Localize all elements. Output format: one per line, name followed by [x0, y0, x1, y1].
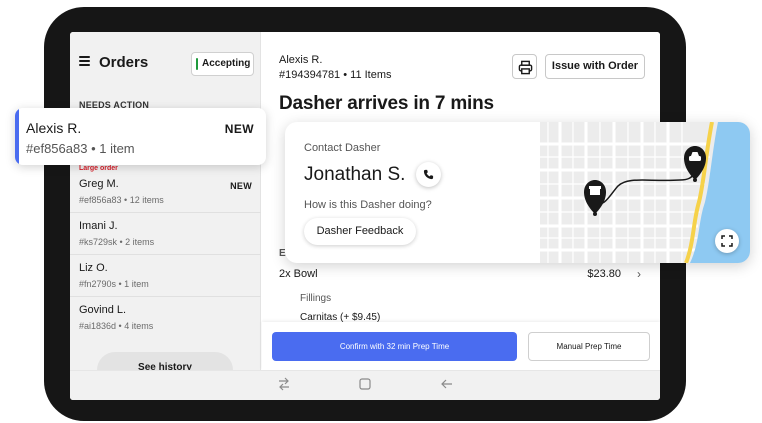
- system-nav-bar: [70, 370, 660, 400]
- sidebar-title: Orders: [99, 54, 149, 71]
- selection-accent-bar: [15, 108, 19, 165]
- order-customer-name: Govind L.: [79, 304, 127, 316]
- hamburger-menu-icon[interactable]: [79, 56, 90, 66]
- order-meta: #ef856a83 • 12 items: [79, 195, 164, 205]
- item-quantity-name: 2x Bowl: [279, 268, 318, 280]
- orders-sidebar: Orders Accepting NEEDS ACTION Large orde…: [70, 32, 261, 388]
- order-number-items: #194394781 • 11 Items: [279, 69, 392, 81]
- issue-with-order-button[interactable]: Issue with Order: [545, 54, 645, 79]
- dasher-eta-headline: Dasher arrives in 7 mins: [279, 93, 494, 114]
- order-meta: #ks729sk • 2 items: [79, 237, 155, 247]
- phone-icon: [423, 169, 434, 180]
- order-list-item[interactable]: Liz O. #fn2790s • 1 item: [70, 254, 261, 296]
- back-icon[interactable]: [440, 377, 454, 394]
- manual-prep-time-button[interactable]: Manual Prep Time: [528, 332, 650, 361]
- order-customer-name: Greg M.: [79, 178, 119, 190]
- order-customer-name: Imani J.: [79, 220, 118, 232]
- order-customer-name: Liz O.: [79, 262, 108, 274]
- order-meta: #fn2790s • 1 item: [79, 279, 149, 289]
- chevron-right-icon: ›: [637, 267, 641, 281]
- order-customer-name: Alexis R.: [26, 120, 82, 136]
- customer-name: Alexis R.: [279, 54, 323, 66]
- dasher-name: Jonathan S.: [304, 164, 406, 185]
- large-order-tag: Large order: [79, 165, 118, 172]
- dasher-contact-card: Contact Dasher Jonathan S. How is this D…: [285, 122, 750, 263]
- dasher-rating-question: How is this Dasher doing?: [304, 199, 432, 211]
- action-footer: Confirm with 32 min Prep Time Manual Pre…: [262, 322, 660, 370]
- dasher-feedback-button[interactable]: Dasher Feedback: [304, 218, 416, 245]
- delivery-map[interactable]: [540, 122, 750, 263]
- recents-icon[interactable]: [277, 377, 291, 394]
- new-badge: NEW: [224, 122, 254, 136]
- home-icon[interactable]: [358, 377, 372, 394]
- order-item-row[interactable]: 2x Bowl $23.80 ›: [279, 267, 641, 281]
- new-badge: NEW: [230, 181, 252, 191]
- item-price: $23.80: [587, 268, 621, 280]
- order-list-item[interactable]: Govind L. #ai1836d • 4 items: [70, 296, 261, 338]
- confirm-prep-time-button[interactable]: Confirm with 32 min Prep Time: [272, 332, 517, 361]
- expand-map-button[interactable]: [715, 229, 739, 253]
- order-list-item[interactable]: Imani J. #ks729sk • 2 items: [70, 212, 261, 254]
- highlighted-order-card[interactable]: Alexis R. #ef856a83 • 1 item NEW: [15, 108, 266, 165]
- accepting-status-button[interactable]: Accepting: [191, 52, 254, 76]
- sidebar-header: Orders Accepting: [70, 46, 261, 80]
- order-meta: #ai1836d • 4 items: [79, 321, 154, 331]
- expand-icon: [721, 235, 733, 247]
- option-group-label: Fillings: [300, 293, 332, 304]
- call-dasher-button[interactable]: [416, 162, 441, 187]
- printer-icon: [518, 60, 533, 75]
- order-list-item[interactable]: Large order Greg M. #ef856a83 • 12 items…: [70, 162, 261, 205]
- order-meta: #ef856a83 • 1 item: [26, 141, 135, 156]
- print-button[interactable]: [512, 54, 537, 79]
- contact-dasher-label: Contact Dasher: [304, 142, 381, 154]
